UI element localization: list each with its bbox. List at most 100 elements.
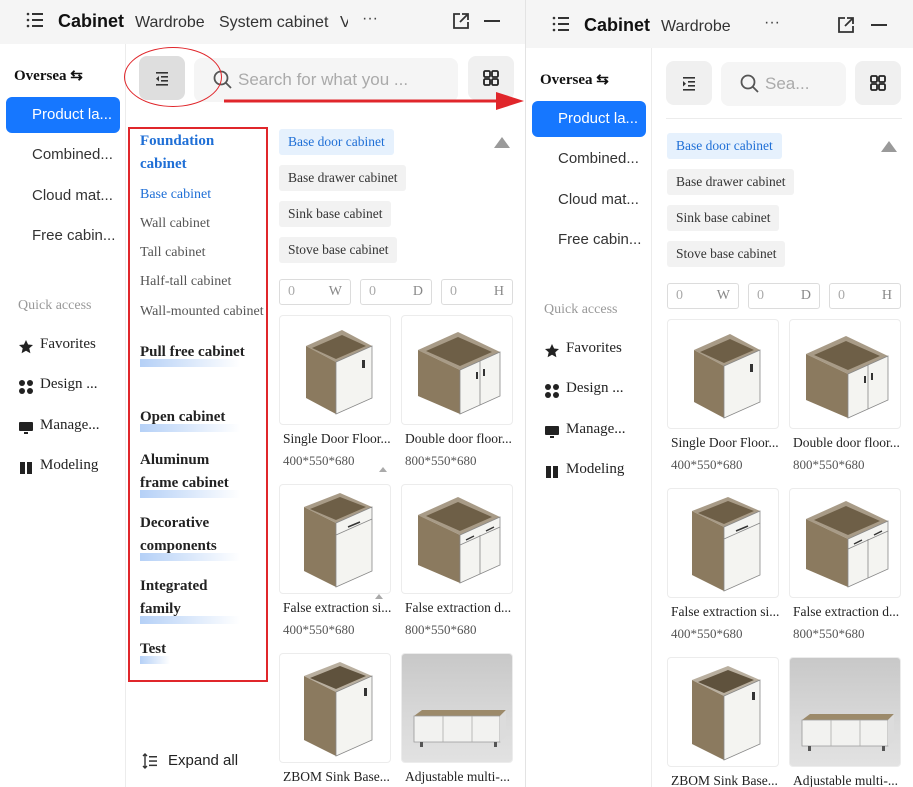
cabinet-illustration (304, 493, 373, 588)
product-thumbnail (667, 657, 779, 767)
quick-design[interactable]: Design ... (18, 376, 118, 398)
height-filter-input[interactable]: 0H (441, 279, 513, 305)
chevron-up-icon[interactable] (375, 594, 383, 599)
list-menu-icon[interactable] (26, 11, 44, 29)
depth-filter-input[interactable]: 0D (360, 279, 432, 305)
minimize-icon[interactable] (870, 16, 888, 34)
product-size: 800*550*680 (405, 453, 477, 468)
tab-wardrobe[interactable]: Wardrobe (135, 14, 205, 32)
expand-all-label: Expand all (168, 752, 239, 769)
cabinet-panel-collapsed: Cabinet Wardrobe ··· Oversea ⇆ Product l… (525, 0, 913, 787)
tag-base-door-cabinet[interactable]: Base door cabinet (279, 129, 394, 155)
monitor-icon (19, 422, 33, 434)
cabinet-illustration (692, 666, 761, 761)
category-aluminum-frame-cabinet[interactable]: Aluminum frame cabinet (140, 449, 250, 498)
quick-modeling[interactable]: Modeling (544, 461, 644, 483)
monitor-icon (545, 426, 559, 438)
product-thumbnail (279, 484, 391, 594)
quick-favorites[interactable]: Favorites (18, 336, 118, 358)
product-size: 800*550*680 (405, 622, 477, 637)
category-open-cabinet[interactable]: Open cabinet (140, 406, 250, 432)
sidebar-item-combined[interactable]: Combined... (532, 141, 646, 177)
subcategory-base-cabinet[interactable]: Base cabinet (140, 187, 268, 203)
chevron-up-icon[interactable] (379, 467, 387, 472)
minimize-icon[interactable] (483, 12, 501, 30)
category-test[interactable]: Test (140, 638, 250, 664)
subcategory-tall-cabinet[interactable]: Tall cabinet (140, 245, 268, 261)
cabinet-illustration (306, 330, 373, 415)
expand-all-button[interactable]: Expand all (142, 752, 238, 769)
category-foundation-cabinet[interactable]: Foundation cabinet (140, 130, 250, 176)
panel-title: Cabinet (58, 11, 125, 31)
tag-stove-base-cabinet[interactable]: Stove base cabinet (279, 237, 398, 263)
quick-favorites[interactable]: Favorites (544, 340, 644, 362)
tag-base-drawer-cabinet[interactable]: Base drawer cabinet (279, 165, 407, 191)
subcategory-wall-mounted-cabinet[interactable]: Wall-mounted cabinet (140, 304, 266, 320)
depth-filter-input[interactable]: 0D (748, 283, 820, 309)
sidebar-item-product-library[interactable]: Product la... (532, 101, 646, 137)
tab-system-cabinet[interactable]: System cabinet (219, 14, 328, 32)
tag-stove-base-cabinet[interactable]: Stove base cabinet (667, 241, 786, 267)
subcategory-wall-cabinet[interactable]: Wall cabinet (140, 216, 268, 232)
grid-view-button[interactable] (468, 56, 514, 100)
quick-manage[interactable]: Manage... (18, 417, 118, 439)
quick-design-label: Design ... (566, 380, 624, 396)
category-pull-free-cabinet[interactable]: Pull free cabinet (140, 341, 250, 367)
product-thumbnail (279, 653, 391, 763)
collapse-categories-button[interactable] (139, 56, 185, 100)
quick-modeling[interactable]: Modeling (18, 457, 118, 479)
product-name: False extraction d... (405, 600, 512, 615)
sidebar-item-product-library[interactable]: Product la... (6, 97, 120, 133)
width-filter-input[interactable]: 0W (667, 283, 739, 309)
cabinet-illustration (694, 334, 761, 419)
collapse-tags-icon[interactable] (881, 141, 897, 152)
quick-modeling-label: Modeling (40, 457, 99, 473)
four-squares-icon (870, 75, 886, 91)
width-filter-input[interactable]: 0W (279, 279, 351, 305)
product-name: Adjustable multi-... (405, 769, 510, 784)
tag-base-door-cabinet[interactable]: Base door cabinet (667, 133, 782, 159)
quick-manage[interactable]: Manage... (544, 421, 644, 443)
grid-view-button[interactable] (855, 61, 901, 105)
product-name: ZBOM Sink Base... (671, 773, 778, 787)
sidebar-item-cloud-material[interactable]: Cloud mat... (532, 182, 646, 218)
expand-categories-button[interactable] (666, 61, 712, 105)
tag-base-drawer-cabinet[interactable]: Base drawer cabinet (667, 169, 795, 195)
sidebar-item-combined[interactable]: Combined... (6, 137, 120, 173)
height-filter-input[interactable]: 0H (829, 283, 901, 309)
tag-sink-base-cabinet[interactable]: Sink base cabinet (667, 205, 780, 231)
product-name: ZBOM Sink Base... (283, 769, 390, 784)
sidebar-item-free-cabinet[interactable]: Free cabin... (532, 222, 646, 258)
search-input[interactable] (721, 62, 846, 106)
region-switch[interactable]: Oversea ⇆ (14, 66, 83, 85)
product-name: Single Door Floor... (283, 431, 391, 446)
subcategory-half-tall-cabinet[interactable]: Half-tall cabinet (140, 274, 268, 290)
tab-truncated[interactable]: V (340, 14, 348, 32)
product-name: False extraction si... (283, 600, 392, 615)
tag-sink-base-cabinet[interactable]: Sink base cabinet (279, 201, 392, 227)
width-value: 0 (288, 284, 295, 299)
tab-wardrobe[interactable]: Wardrobe (661, 18, 731, 36)
quick-access-label: Quick access (544, 302, 618, 317)
collapse-tags-icon[interactable] (494, 137, 510, 148)
search-input[interactable] (194, 58, 458, 102)
product-thumbnail (401, 653, 513, 763)
quick-manage-label: Manage... (40, 417, 100, 433)
category-decorative-components[interactable]: Decorative components (140, 512, 250, 561)
region-switch[interactable]: Oversea ⇆ (540, 70, 609, 89)
depth-unit: D (800, 288, 811, 303)
cabinet-illustration (806, 336, 889, 419)
sidebar-item-free-cabinet[interactable]: Free cabin... (6, 218, 120, 254)
indent-left-icon (156, 72, 168, 86)
popout-icon[interactable] (452, 12, 470, 30)
product-thumbnail (667, 319, 779, 429)
more-tabs-button[interactable]: ··· (764, 14, 780, 32)
grid-icon (19, 380, 33, 394)
panel-header: Cabinet Wardrobe ··· (526, 0, 913, 48)
sidebar-item-cloud-material[interactable]: Cloud mat... (6, 178, 120, 214)
quick-design[interactable]: Design ... (544, 380, 644, 402)
more-tabs-button[interactable]: ··· (362, 10, 378, 28)
list-menu-icon[interactable] (552, 15, 570, 33)
popout-icon[interactable] (837, 16, 855, 34)
category-integrated-family[interactable]: Integrated family (140, 575, 250, 624)
